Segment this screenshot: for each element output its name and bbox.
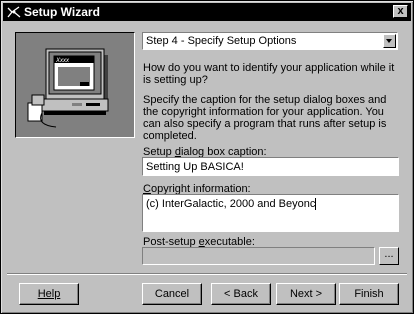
computer-illustration-icon: Xxxx <box>27 48 109 128</box>
text-caret <box>315 198 317 210</box>
chevron-down-icon[interactable] <box>383 34 396 48</box>
caption-input[interactable]: Setting Up BASICA! <box>142 157 399 176</box>
step-dropdown[interactable]: Step 4 - Specify Setup Options <box>142 32 398 50</box>
title-bar[interactable]: Setup Wizard x <box>3 3 411 21</box>
instruction-detail: Specify the caption for the setup dialog… <box>143 94 387 142</box>
window-title: Setup Wizard <box>24 5 100 19</box>
help-button[interactable]: Help <box>19 283 79 305</box>
finish-button[interactable]: Finish <box>339 283 399 305</box>
next-button[interactable]: Next > <box>276 283 336 305</box>
screen-caption: Xxxx <box>55 58 70 64</box>
back-button[interactable]: < Back <box>211 283 271 305</box>
setup-wizard-window: Setup Wizard x Xxxx Step 4 - Specify Set… <box>0 0 414 314</box>
browse-button[interactable]: ... <box>379 247 399 265</box>
copyright-value: (c) InterGalactic, 2000 and Beyonc <box>146 198 316 210</box>
wizard-icon <box>7 6 21 18</box>
instruction-question: How do you want to identify your applica… <box>143 62 395 86</box>
close-button[interactable]: x <box>393 5 408 18</box>
step-selected-value: Step 4 - Specify Setup Options <box>146 35 297 47</box>
copyright-input[interactable]: (c) InterGalactic, 2000 and Beyonc <box>142 194 399 232</box>
button-separator <box>7 273 407 275</box>
cancel-button[interactable]: Cancel <box>142 283 202 305</box>
wizard-illustration: Xxxx <box>15 32 135 138</box>
caption-value: Setting Up BASICA! <box>146 161 244 173</box>
post-setup-input[interactable] <box>142 247 375 265</box>
